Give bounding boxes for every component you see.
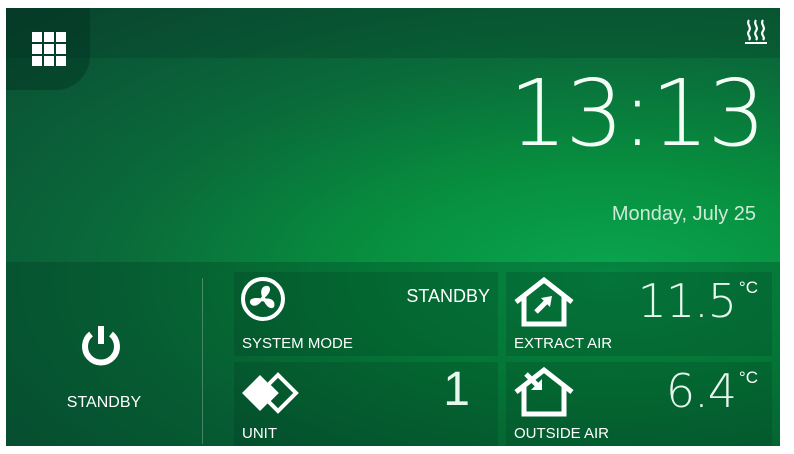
clock-time: 13:13 xyxy=(508,60,766,167)
extract-air-label: EXTRACT AIR xyxy=(514,335,613,352)
outside-air-unit: °C xyxy=(738,368,758,387)
menu-button[interactable] xyxy=(6,8,90,90)
extract-air-tile[interactable]: 11.5 °C EXTRACT AIR xyxy=(506,272,772,356)
system-mode-label: SYSTEM MODE xyxy=(242,335,353,352)
extract-air-unit: °C xyxy=(738,278,758,297)
extract-air-value: 11.5 xyxy=(637,274,737,328)
house-extract-icon xyxy=(512,276,576,332)
fan-icon xyxy=(240,276,286,326)
power-button[interactable]: STANDBY xyxy=(6,262,202,446)
heating-icon[interactable] xyxy=(744,18,768,44)
top-bar xyxy=(6,8,780,58)
divider xyxy=(202,278,203,444)
hvac-screen: 13:13 Monday, July 25 STANDBY STANDBY SY… xyxy=(6,8,780,446)
grid-menu-icon xyxy=(32,32,66,66)
unit-diamond-icon xyxy=(238,368,302,422)
unit-label: UNIT xyxy=(242,425,277,442)
system-mode-value: STANDBY xyxy=(406,286,490,306)
unit-value: 1 xyxy=(443,363,470,416)
power-label: STANDBY xyxy=(66,394,142,411)
power-icon xyxy=(78,322,124,368)
clock-date: Monday, July 25 xyxy=(611,203,756,225)
next-page-arrow-icon[interactable] xyxy=(783,350,794,366)
outside-air-value: 6.4 xyxy=(665,364,737,418)
system-mode-tile[interactable]: STANDBY SYSTEM MODE xyxy=(234,272,498,356)
house-outside-icon xyxy=(512,366,576,422)
unit-tile[interactable]: 1 UNIT xyxy=(234,362,498,446)
outside-air-label: OUTSIDE AIR xyxy=(514,425,610,442)
outside-air-tile[interactable]: 6.4 °C OUTSIDE AIR xyxy=(506,362,772,446)
